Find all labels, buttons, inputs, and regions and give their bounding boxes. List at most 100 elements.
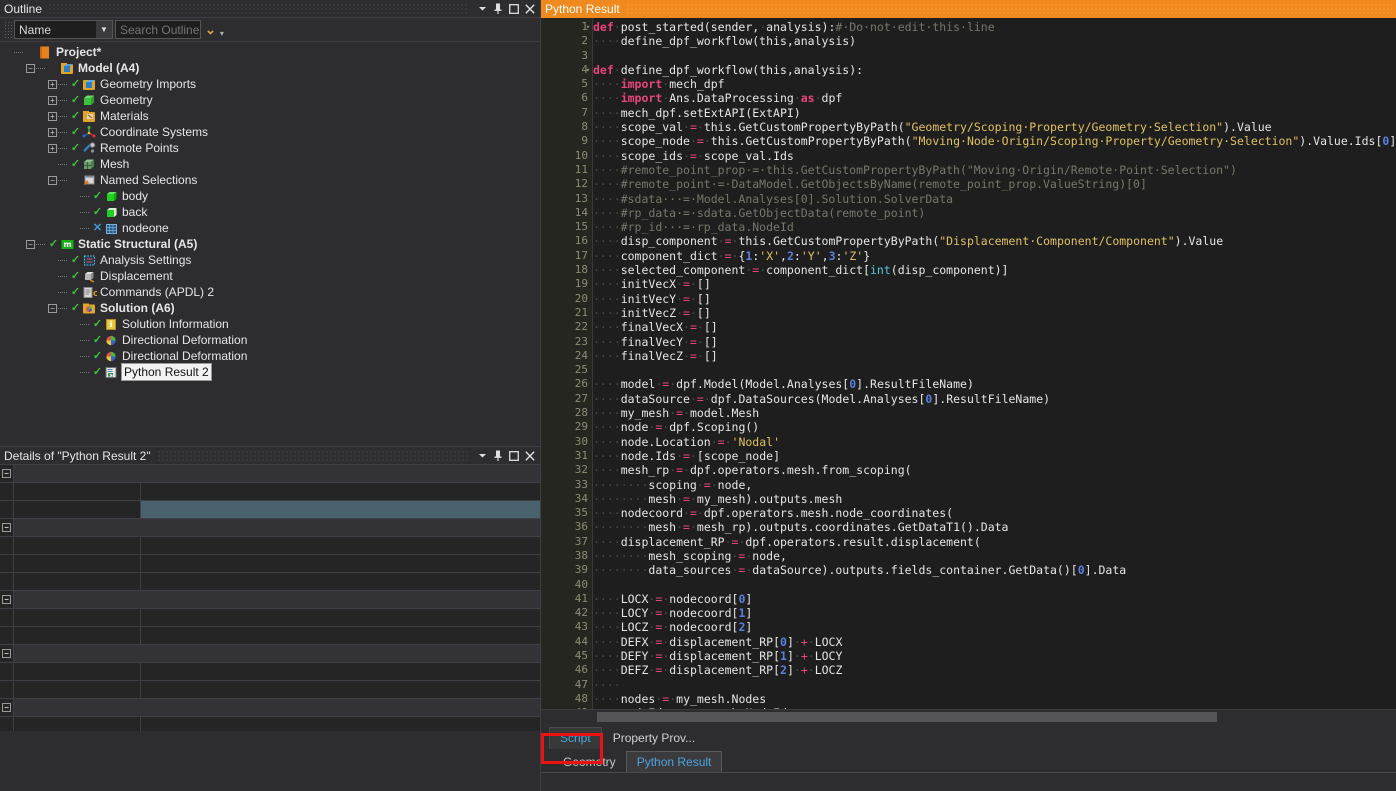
details-close-icon[interactable]: [522, 448, 538, 464]
code-fold-icon[interactable]: ▾: [583, 63, 593, 77]
code-line[interactable]: ····nodecoord·=·dpf.operators.mesh.node_…: [593, 506, 1396, 520]
tree-item-directional-deformation[interactable]: ✓ Directional Deformation: [0, 332, 540, 348]
code-line[interactable]: ····#sdata···=·Model.Analyses[0].Solutio…: [593, 192, 1396, 206]
details-group-header[interactable]: −: [0, 465, 540, 483]
maximize-icon[interactable]: [506, 1, 522, 17]
bottom-tab-script[interactable]: Script: [549, 727, 602, 749]
details-row-value[interactable]: [141, 681, 540, 698]
expand-icon[interactable]: +: [48, 127, 57, 137]
details-row[interactable]: [0, 555, 540, 573]
details-row-value[interactable]: [141, 717, 540, 731]
details-dropdown-icon[interactable]: [474, 448, 490, 464]
code-line[interactable]: ····finalVecZ·=·[]: [593, 349, 1396, 363]
code-line[interactable]: ····selected_component·=·component_dict[…: [593, 263, 1396, 277]
code-line[interactable]: ····LOCZ·=·nodecoord[2]: [593, 620, 1396, 634]
tree-item-remote-points[interactable]: + ✓ Remote Points: [0, 140, 540, 156]
tree-item-geometry-imports[interactable]: + ✓ Geometry Imports: [0, 76, 540, 92]
code-line[interactable]: ····nodes·=·my_mesh.Nodes: [593, 692, 1396, 706]
code-line[interactable]: ····scope_val·=·this.GetCustomPropertyBy…: [593, 120, 1396, 134]
details-row-value[interactable]: [141, 573, 540, 590]
code-line[interactable]: ····node.Ids·=·[scope_node]: [593, 449, 1396, 463]
tree-item-solution-information[interactable]: ✓ i Solution Information: [0, 316, 540, 332]
code-line[interactable]: ········mesh_scoping·=·node,: [593, 549, 1396, 563]
search-chevron-icon[interactable]: ⌄: [203, 22, 218, 38]
details-row-value[interactable]: [141, 609, 540, 626]
code-line[interactable]: ····node.Location·=·'Nodal': [593, 435, 1396, 449]
search-input[interactable]: [115, 20, 201, 39]
details-row-value[interactable]: [141, 537, 540, 554]
toolbar-grip-handle[interactable]: [4, 20, 12, 39]
details-pin-icon[interactable]: [490, 448, 506, 464]
code-line[interactable]: ····DEFX·=·displacement_RP[0]·+·LOCX: [593, 635, 1396, 649]
code-line[interactable]: ····model·=·dpf.Model(Model.Analyses[0].…: [593, 377, 1396, 391]
code-content[interactable]: def·post_started(sender,·analysis):#·Do·…: [593, 18, 1396, 709]
tree-item-directional-deformation[interactable]: ✓ Directional Deformation: [0, 348, 540, 364]
tree-item-back[interactable]: ✓ back: [0, 204, 540, 220]
group-collapse-toggle[interactable]: −: [0, 591, 13, 608]
expand-icon[interactable]: +: [48, 143, 57, 153]
tree-item-materials[interactable]: + ✓ Materials: [0, 108, 540, 124]
code-line[interactable]: def·define_dpf_workflow(this,analysis):: [593, 63, 1396, 77]
details-row-value[interactable]: [141, 663, 540, 680]
tree-item-python-result-2[interactable]: ✓ Python Result 2: [0, 363, 540, 381]
code-line[interactable]: [593, 363, 1396, 377]
collapse-icon[interactable]: −: [48, 303, 57, 313]
code-line[interactable]: ········mesh·=·my_mesh).outputs.mesh: [593, 492, 1396, 506]
details-row[interactable]: [0, 627, 540, 645]
code-line[interactable]: ····scope_node·=·this.GetCustomPropertyB…: [593, 134, 1396, 148]
tree-item-mesh[interactable]: ✓ Mesh: [0, 156, 540, 172]
code-line[interactable]: ····#remote_point_prop·=·this.GetCustomP…: [593, 163, 1396, 177]
details-group-header[interactable]: −: [0, 699, 540, 717]
code-line[interactable]: ····LOCX·=·nodecoord[0]: [593, 592, 1396, 606]
details-row[interactable]: [0, 609, 540, 627]
details-maximize-icon[interactable]: [506, 448, 522, 464]
tree-item-model-a4[interactable]: − · Model (A4): [0, 60, 540, 76]
details-row-value[interactable]: [141, 483, 540, 500]
code-line[interactable]: [593, 578, 1396, 592]
details-group-header[interactable]: −: [0, 591, 540, 609]
code-editor[interactable]: 1 ▾ 2 3 4 ▾ 5 6 7 8 9 10 11 12 13 14 15 16 17 18 19 20 21 22 23 2…: [541, 18, 1396, 709]
collapse-icon[interactable]: −: [26, 239, 35, 249]
view-tab-geometry[interactable]: Geometry: [553, 751, 626, 772]
tree-item-static-structural-a5[interactable]: − ✓ m Static Structural (A5): [0, 236, 540, 252]
code-line[interactable]: ····mech_dpf.setExtAPI(ExtAPI): [593, 106, 1396, 120]
code-line[interactable]: ····LOCY·=·nodecoord[1]: [593, 606, 1396, 620]
code-line[interactable]: ····initVecZ·=·[]: [593, 306, 1396, 320]
tree-item-project[interactable]: · Project*: [0, 44, 540, 60]
code-line[interactable]: ····#rp_id···=·rp_data.NodeId: [593, 220, 1396, 234]
tree-item-commands-apdl-2[interactable]: ✓ C Commands (APDL) 2: [0, 284, 540, 300]
tree-item-nodeone[interactable]: ✕ nodeone: [0, 220, 540, 236]
code-line[interactable]: ········scoping·=·node,: [593, 478, 1396, 492]
tree-item-solution-a6[interactable]: − ✓ Solution (A6): [0, 300, 540, 316]
close-icon[interactable]: [522, 1, 538, 17]
details-row[interactable]: [0, 483, 540, 501]
details-row[interactable]: [0, 717, 540, 731]
code-line[interactable]: ····#rp_data·=·sdata.GetObjectData(remot…: [593, 206, 1396, 220]
pin-icon[interactable]: [490, 1, 506, 17]
code-line[interactable]: ····DEFZ·=·displacement_RP[2]·+·LOCZ: [593, 663, 1396, 677]
tree-item-geometry[interactable]: + ✓ Geometry: [0, 92, 540, 108]
toolbar-overflow-icon[interactable]: ▾: [220, 29, 224, 41]
code-line[interactable]: ····define_dpf_workflow(this,analysis): [593, 34, 1396, 48]
code-line[interactable]: ····component_dict·=·{1:'X',2:'Y',3:'Z'}: [593, 249, 1396, 263]
tree-item-analysis-settings[interactable]: ✓ Analysis Settings: [0, 252, 540, 268]
details-row[interactable]: [0, 573, 540, 591]
group-collapse-toggle[interactable]: −: [0, 465, 13, 482]
chevron-down-icon[interactable]: ▼: [96, 21, 112, 38]
code-line[interactable]: ····initVecX·=·[]: [593, 277, 1396, 291]
tree-item-displacement[interactable]: ✓ Displacement: [0, 268, 540, 284]
code-line[interactable]: ····mesh_rp·=·dpf.operators.mesh.from_sc…: [593, 463, 1396, 477]
collapse-icon[interactable]: −: [26, 63, 35, 73]
group-collapse-toggle[interactable]: −: [0, 519, 13, 536]
code-line[interactable]: def·post_started(sender,·analysis):#·Do·…: [593, 20, 1396, 34]
code-line[interactable]: ····dataSource·=·dpf.DataSources(Model.A…: [593, 392, 1396, 406]
code-line[interactable]: ····displacement_RP·=·dpf.operators.resu…: [593, 535, 1396, 549]
view-tab-python-result[interactable]: Python Result: [625, 751, 723, 772]
expand-icon[interactable]: +: [48, 111, 57, 121]
code-line[interactable]: ····import·Ans.DataProcessing·as·dpf: [593, 91, 1396, 105]
details-row-value[interactable]: [141, 555, 540, 572]
details-row[interactable]: [0, 663, 540, 681]
scrollbar-thumb[interactable]: [597, 712, 1217, 722]
code-line[interactable]: ····DEFY·=·displacement_RP[1]·+·LOCY: [593, 649, 1396, 663]
group-collapse-toggle[interactable]: −: [0, 699, 13, 716]
